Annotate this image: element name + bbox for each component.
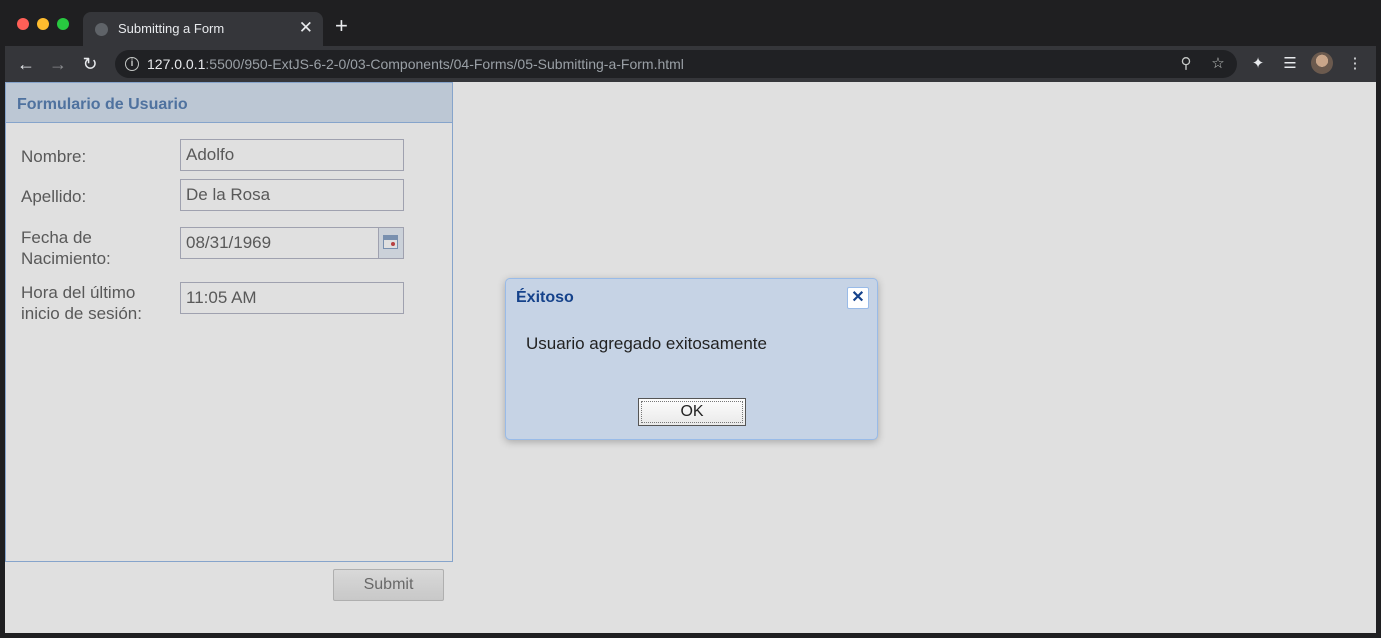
browser-tab[interactable]: Submitting a Form ✕	[83, 12, 323, 46]
tab-title: Submitting a Form	[118, 21, 225, 36]
zoom-icon[interactable]: ⚲	[1175, 53, 1197, 75]
menu-icon[interactable]: ⋮	[1343, 52, 1367, 76]
back-icon[interactable]: ←	[14, 52, 38, 76]
url-host: 127.0.0.1	[147, 56, 206, 72]
globe-icon	[95, 23, 108, 36]
reload-icon[interactable]: ↻	[78, 52, 102, 76]
ok-button[interactable]: OK	[638, 398, 746, 426]
window-frame-bottom	[0, 633, 1381, 638]
url-path: :5500/950-ExtJS-6-2-0/03-Components/04-F…	[205, 56, 684, 72]
new-tab-button[interactable]: +	[335, 14, 348, 38]
minimize-window-button[interactable]	[37, 18, 49, 30]
star-icon[interactable]: ☆	[1207, 53, 1229, 75]
avatar[interactable]	[1311, 52, 1333, 74]
url-text[interactable]: 127.0.0.1:5500/950-ExtJS-6-2-0/03-Compon…	[147, 56, 684, 72]
success-dialog: Éxitoso ✕ Usuario agregado exitosamente …	[505, 278, 878, 440]
dialog-title: Éxitoso	[516, 289, 574, 306]
info-icon[interactable]: i	[125, 57, 139, 71]
browser-titlebar: Submitting a Form ✕ +	[5, 5, 1376, 46]
browser-toolbar: ← → ↻ i 127.0.0.1:5500/950-ExtJS-6-2-0/0…	[5, 46, 1376, 82]
page-viewport: Formulario de Usuario Nombre: Adolfo Ape…	[5, 82, 1376, 633]
close-icon[interactable]: ✕	[847, 287, 869, 309]
close-window-button[interactable]	[17, 18, 29, 30]
maximize-window-button[interactable]	[57, 18, 69, 30]
forward-icon[interactable]: →	[46, 52, 70, 76]
dialog-message: Usuario agregado exitosamente	[526, 334, 767, 353]
tab-close-icon[interactable]: ✕	[299, 18, 313, 38]
extensions-icon[interactable]: ✦	[1246, 52, 1270, 76]
address-bar[interactable]: i 127.0.0.1:5500/950-ExtJS-6-2-0/03-Comp…	[115, 50, 1237, 78]
reading-list-icon[interactable]: ☰	[1278, 52, 1302, 76]
